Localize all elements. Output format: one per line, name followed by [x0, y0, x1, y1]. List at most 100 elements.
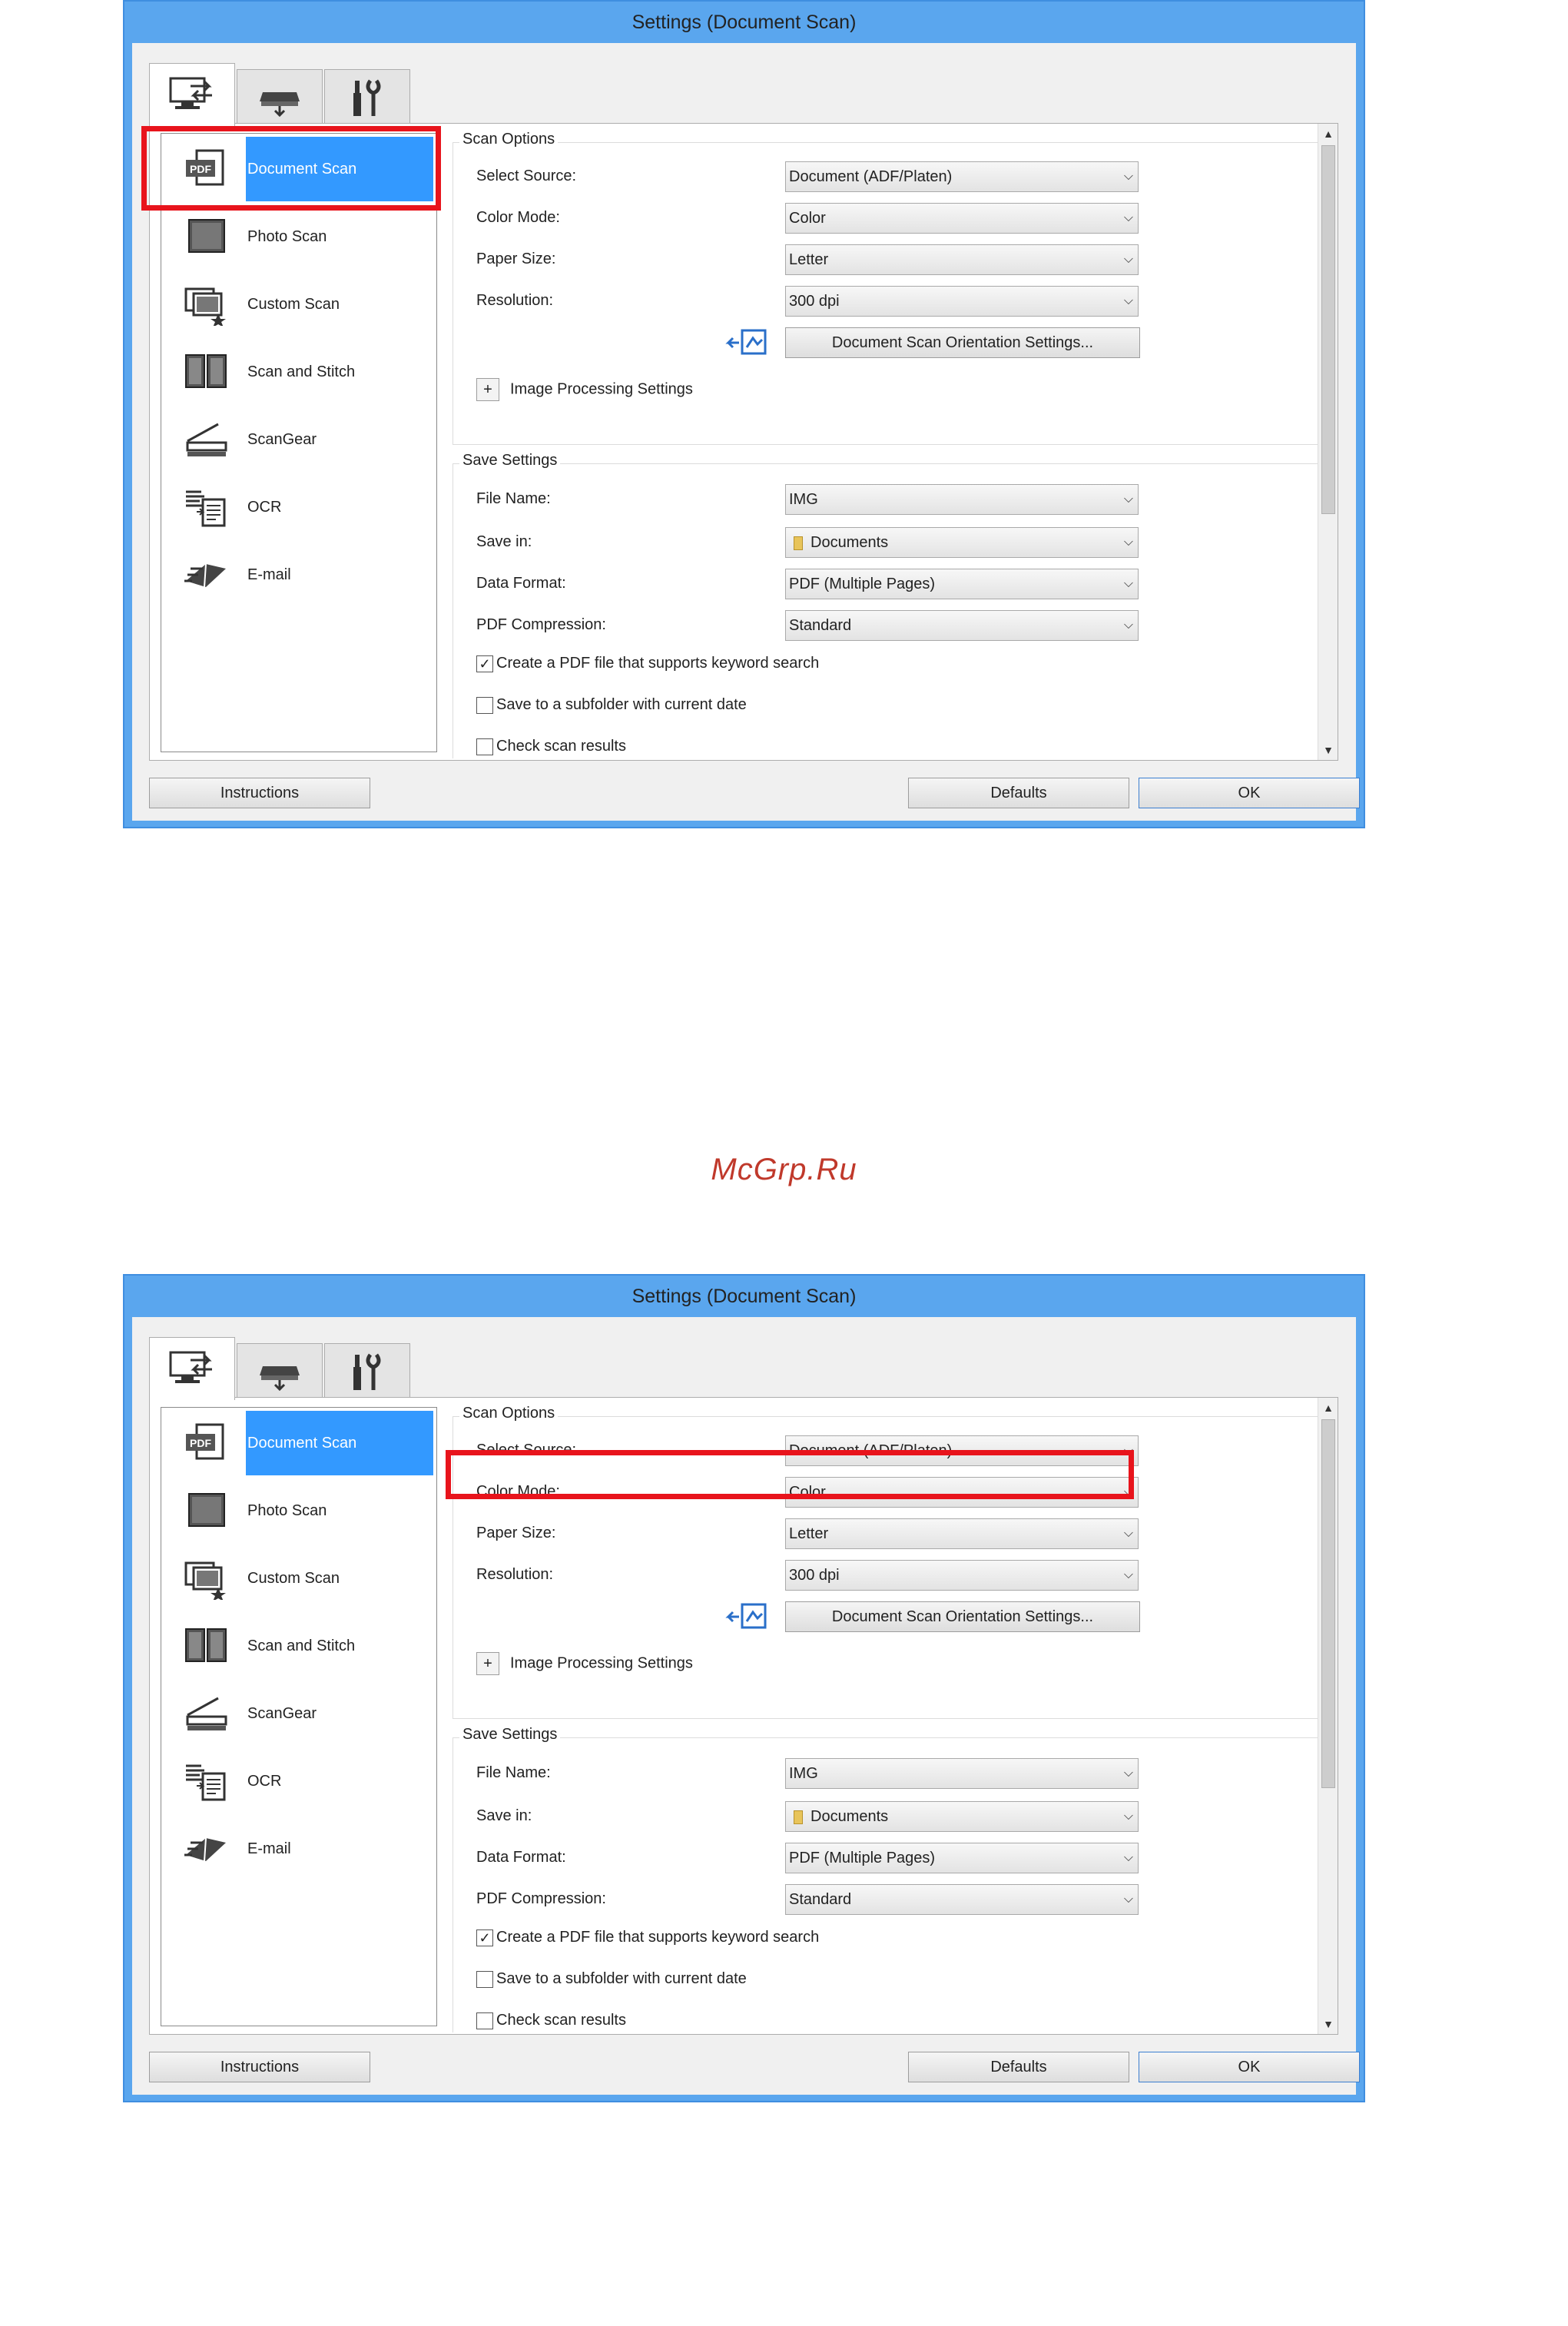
paper-size-label: Paper Size:: [476, 251, 556, 267]
scroll-up-icon[interactable]: ▲: [1318, 1398, 1338, 1418]
resolution-dropdown[interactable]: 300 dpi ⌵: [785, 286, 1139, 317]
sidebar-item-label: Custom Scan: [247, 1570, 340, 1587]
orientation-settings-button[interactable]: Document Scan Orientation Settings...: [785, 327, 1140, 358]
scroll-up-icon[interactable]: ▲: [1318, 124, 1338, 144]
save-in-dropdown[interactable]: Documents ⌵: [785, 1801, 1139, 1832]
folder-icon: [794, 1810, 803, 1824]
checkbox-box: [476, 1970, 493, 1988]
vertical-scrollbar[interactable]: ▲ ▼: [1318, 124, 1338, 760]
sidebar-item-label: Scan and Stitch: [247, 363, 356, 380]
orientation-icon: [725, 329, 767, 355]
tab-general-settings[interactable]: [324, 69, 410, 124]
sidebar-item-email[interactable]: E-mail: [161, 543, 435, 607]
dialog-title: Settings (Document Scan): [632, 1286, 857, 1307]
subfolder-checkbox[interactable]: Save to a subfolder with current date: [476, 1970, 747, 1993]
color-mode-dropdown[interactable]: Color ⌵: [785, 203, 1139, 234]
highlight-select-source: [446, 1450, 1134, 1499]
vertical-scrollbar[interactable]: ▲ ▼: [1318, 1398, 1338, 2034]
check-results-checkbox[interactable]: Check scan results: [476, 2012, 626, 2032]
ok-button[interactable]: OK: [1139, 778, 1360, 808]
combo-value: 300 dpi: [789, 293, 840, 310]
chevron-down-icon: ⌵: [1123, 211, 1133, 224]
svg-text:PDF: PDF: [190, 1437, 211, 1449]
custom-scan-icon: [184, 1561, 226, 1600]
tab-scan-from-computer[interactable]: [149, 1337, 235, 1400]
pdf-compression-dropdown[interactable]: Standard ⌵: [785, 1884, 1139, 1915]
check-results-checkbox[interactable]: Check scan results: [476, 738, 626, 758]
sidebar-item-ocr[interactable]: OCR: [161, 475, 435, 539]
chevron-down-icon: ⌵: [1123, 1568, 1133, 1581]
group-title: Scan Options: [459, 1405, 559, 1422]
sidebar-item-custom-scan[interactable]: Custom Scan: [161, 1546, 435, 1611]
pdf-compression-dropdown[interactable]: Standard ⌵: [785, 610, 1139, 641]
sidebar-item-scangear[interactable]: ScanGear: [161, 1681, 435, 1746]
select-source-row: Select Source: Document (ADF/Platen) ⌵: [476, 161, 1318, 192]
save-in-dropdown[interactable]: Documents ⌵: [785, 527, 1139, 558]
paper-size-dropdown[interactable]: Letter ⌵: [785, 244, 1139, 275]
tab-scan-from-panel[interactable]: [237, 1343, 323, 1399]
file-name-row: File Name: IMG ⌵: [476, 484, 1318, 515]
image-processing-expander[interactable]: + Image Processing Settings: [476, 378, 693, 404]
sidebar-item-label: OCR: [247, 499, 282, 516]
paper-size-row: Paper Size: Letter ⌵: [476, 244, 1318, 275]
data-format-row: Data Format: PDF (Multiple Pages) ⌵: [476, 569, 1318, 599]
tab-scan-from-panel[interactable]: [237, 69, 323, 124]
email-icon: [184, 563, 226, 588]
dialog-client: PDF Document Scan Photo Scan Custom Scan…: [132, 1317, 1360, 2095]
sidebar-item-custom-scan[interactable]: Custom Scan: [161, 272, 435, 337]
file-name-combo[interactable]: IMG ⌵: [785, 1758, 1139, 1789]
pdf-compression-row: PDF Compression: Standard ⌵: [476, 1884, 1318, 1915]
sidebar-item-scan-and-stitch[interactable]: Scan and Stitch: [161, 1614, 435, 1678]
keyword-search-checkbox[interactable]: ✓ Create a PDF file that supports keyword…: [476, 1929, 819, 1952]
image-processing-expander[interactable]: + Image Processing Settings: [476, 1652, 693, 1678]
file-name-combo[interactable]: IMG ⌵: [785, 484, 1139, 515]
sidebar-item-label: E-mail: [247, 566, 291, 583]
defaults-button[interactable]: Defaults: [908, 778, 1129, 808]
resolution-dropdown[interactable]: 300 dpi ⌵: [785, 1560, 1139, 1591]
tab-general-settings[interactable]: [324, 1343, 410, 1399]
ok-button[interactable]: OK: [1139, 2052, 1360, 2082]
combo-value: Color: [789, 210, 826, 227]
tab-scan-from-computer[interactable]: [149, 63, 235, 126]
sidebar-item-scan-and-stitch[interactable]: Scan and Stitch: [161, 340, 435, 404]
stitch-icon: [185, 1628, 227, 1662]
scan-from-operation-panel-icon: [260, 1365, 300, 1391]
chevron-down-icon: ⌵: [1123, 1810, 1133, 1823]
scroll-thumb[interactable]: [1321, 145, 1335, 514]
instructions-button[interactable]: Instructions: [149, 2052, 370, 2082]
keyword-search-checkbox[interactable]: ✓ Create a PDF file that supports keyword…: [476, 655, 819, 678]
chevron-down-icon: ⌵: [1123, 493, 1133, 506]
expander-label: Image Processing Settings: [510, 380, 693, 398]
file-name-label: File Name:: [476, 490, 551, 507]
scroll-thumb[interactable]: [1321, 1419, 1335, 1788]
subfolder-checkbox[interactable]: Save to a subfolder with current date: [476, 696, 747, 719]
checkbox-label: Create a PDF file that supports keyword …: [496, 655, 820, 672]
sidebar-item-document-scan[interactable]: PDF Document Scan: [161, 1411, 435, 1475]
sidebar-item-email[interactable]: E-mail: [161, 1817, 435, 1881]
defaults-button[interactable]: Defaults: [908, 2052, 1129, 2082]
scroll-down-icon[interactable]: ▼: [1318, 740, 1338, 760]
paper-size-dropdown[interactable]: Letter ⌵: [785, 1518, 1139, 1549]
scan-options-group: Scan Options Select Source: Document (AD…: [452, 131, 1318, 445]
sidebar-item-label: E-mail: [247, 1840, 291, 1857]
group-title: Scan Options: [459, 131, 559, 148]
scroll-down-icon[interactable]: ▼: [1318, 2014, 1338, 2034]
sidebar-item-ocr[interactable]: OCR: [161, 1749, 435, 1813]
instructions-button[interactable]: Instructions: [149, 778, 370, 808]
data-format-dropdown[interactable]: PDF (Multiple Pages) ⌵: [785, 1843, 1139, 1873]
chevron-down-icon: ⌵: [1123, 1527, 1133, 1540]
plus-icon: +: [476, 1652, 499, 1675]
checkbox-box: [476, 696, 493, 714]
orientation-settings-button[interactable]: Document Scan Orientation Settings...: [785, 1601, 1140, 1632]
data-format-dropdown[interactable]: PDF (Multiple Pages) ⌵: [785, 569, 1139, 599]
chevron-down-icon: ⌵: [1123, 619, 1133, 632]
check-icon: ✓: [476, 655, 493, 672]
sidebar-item-scangear[interactable]: ScanGear: [161, 407, 435, 472]
combo-value: PDF (Multiple Pages): [789, 576, 936, 592]
sidebar-item-photo-scan[interactable]: Photo Scan: [161, 1478, 435, 1543]
sidebar-item-photo-scan[interactable]: Photo Scan: [161, 204, 435, 269]
select-source-dropdown[interactable]: Document (ADF/Platen) ⌵: [785, 161, 1139, 192]
combo-value: Standard: [789, 1891, 852, 1908]
pdf-compression-label: PDF Compression:: [476, 616, 606, 633]
sidebar-item-label: Photo Scan: [247, 228, 327, 245]
